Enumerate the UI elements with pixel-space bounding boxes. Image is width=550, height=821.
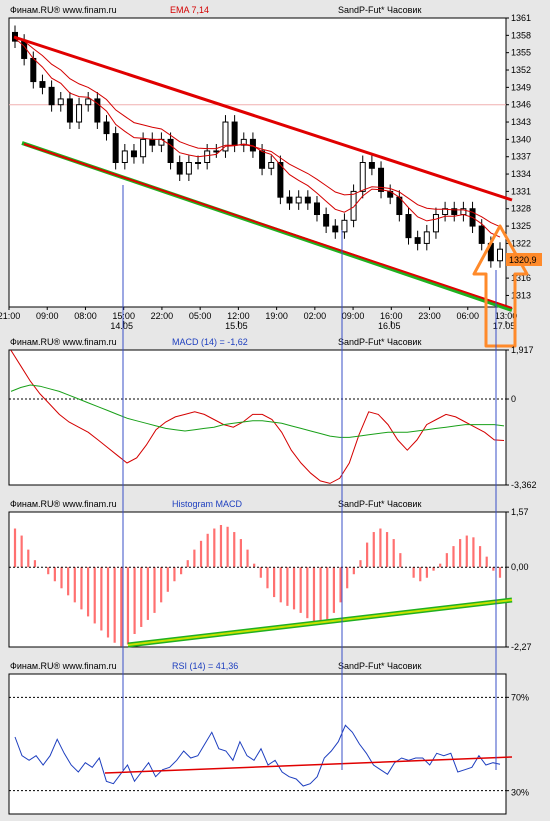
price-x-tick-label: 06:00 <box>457 311 480 321</box>
candle-body <box>185 162 192 175</box>
price-y-tick-label: 1343 <box>511 117 531 127</box>
rsi-y-tick-label: 70% <box>511 692 529 702</box>
price-x-tick-label: 09:00 <box>342 311 365 321</box>
candle-body <box>359 162 366 192</box>
price-y-tick-label: 1322 <box>511 238 531 248</box>
price-x-tick-label: 15:00 <box>112 311 135 321</box>
candle-body <box>368 162 375 169</box>
candle-body <box>112 133 119 164</box>
macd-y-tick-label: 1,917 <box>511 345 534 355</box>
price-y-tick-label: 1331 <box>511 186 531 196</box>
histogram-pane-source: Финам.RU® www.finam.ru <box>10 499 117 509</box>
rsi-pane: Финам.RU® www.finam.ru RSI (14) = 41,36 … <box>8 661 529 815</box>
histogram-pane-indicator: Histogram MACD <box>172 499 243 509</box>
price-date-label: 16.05 <box>378 321 401 331</box>
candle-body <box>48 86 55 106</box>
rsi-y-tick-label: 30% <box>511 788 529 798</box>
rsi-pane-instrument: SandP-Fut* Часовик <box>338 661 421 671</box>
price-y-tick-label: 1328 <box>511 204 531 214</box>
histogram-y-tick-label: -2,27 <box>511 642 532 652</box>
candle-body <box>195 162 202 164</box>
price-y-tick-label: 1361 <box>511 13 531 23</box>
candle-body <box>277 162 284 198</box>
rsi-pane-indicator: RSI (14) = 41,36 <box>172 661 238 671</box>
price-y-tick-label: 1325 <box>511 221 531 231</box>
price-y-tick-label: 1337 <box>511 152 531 162</box>
candle-body <box>405 214 412 239</box>
candle-body <box>295 196 302 204</box>
candle-body <box>497 248 503 262</box>
histogram-pane-instrument: SandP-Fut* Часовик <box>338 499 421 509</box>
candle-body <box>350 190 357 221</box>
candle-body <box>130 150 137 158</box>
price-y-tick-label: 1334 <box>511 169 531 179</box>
macd-pane-frame <box>8 349 507 486</box>
candle-body <box>259 150 266 169</box>
candle-body <box>286 196 293 204</box>
price-x-tick-label: 16:00 <box>380 311 403 321</box>
macd-pane: Финам.RU® www.finam.ru MACD (14) = -1,62… <box>8 337 537 490</box>
candle-body <box>204 150 211 164</box>
rsi-pane-source: Финам.RU® www.finam.ru <box>10 661 117 671</box>
price-x-tick-label: 19:00 <box>265 311 288 321</box>
candle-body <box>76 104 83 123</box>
candle-body <box>149 138 156 146</box>
histogram-pane-frame <box>8 511 507 648</box>
rsi-pane-frame <box>8 673 507 815</box>
macd-pane-instrument: SandP-Fut* Часовик <box>338 337 421 347</box>
candle-body <box>304 196 311 204</box>
price-x-tick-label: 02:00 <box>304 311 327 321</box>
price-pane-source: Финам.RU® www.finam.ru <box>10 5 117 15</box>
price-y-tick-label: 1352 <box>511 65 531 75</box>
macd-pane-indicator: MACD (14) = -1,62 <box>172 337 248 347</box>
candle-body <box>103 121 110 135</box>
price-pane-indicator: EMA 7,14 <box>170 5 209 15</box>
price-x-tick-label: 09:00 <box>36 311 59 321</box>
candle-body <box>478 225 485 244</box>
price-y-tick-label: 1340 <box>511 134 531 144</box>
price-pane-instrument: SandP-Fut* Часовик <box>338 5 421 15</box>
candle-body <box>140 138 147 158</box>
macd-pane-source: Финам.RU® www.finam.ru <box>10 337 117 347</box>
price-x-tick-label: 22:00 <box>151 311 174 321</box>
candle-body <box>268 162 275 169</box>
candle-body <box>341 219 348 233</box>
candle-body <box>30 57 37 83</box>
price-y-tick-label: 1349 <box>511 82 531 92</box>
price-y-tick-label: 1358 <box>511 30 531 40</box>
price-x-tick-label: 05:00 <box>189 311 212 321</box>
price-y-tick-label: 1355 <box>511 48 531 58</box>
histogram-y-tick-label: 1,57 <box>511 507 529 517</box>
price-y-tick-label: 1346 <box>511 100 531 110</box>
candle-body <box>213 150 220 153</box>
macd-y-tick-label: -3,362 <box>511 480 537 490</box>
price-x-tick-label: 12:00 <box>227 311 250 321</box>
histogram-pane: Финам.RU® www.finam.ru Histogram MACD Sa… <box>8 499 532 652</box>
candle-body <box>423 231 430 244</box>
candle-body <box>332 225 339 233</box>
candle-body <box>85 98 92 106</box>
candle-body <box>57 98 64 106</box>
macd-y-tick-label: 0 <box>511 394 516 404</box>
candle-body <box>176 162 183 175</box>
candle-body <box>231 121 238 146</box>
candle-body <box>323 214 330 227</box>
price-date-label: 15.05 <box>225 321 248 331</box>
price-x-tick-label: 23:00 <box>418 311 441 321</box>
candle-body <box>414 237 421 244</box>
candle-body <box>167 138 174 164</box>
candle-body <box>121 150 128 164</box>
candle-body <box>432 214 439 233</box>
candle-body <box>313 202 320 216</box>
current-price-label: 1320,9 <box>509 255 537 265</box>
chart-root: Финам.RU® www.finam.ru EMA 7,14 SandP-Fu… <box>0 0 550 821</box>
histogram-y-tick-label: 0,00 <box>511 562 529 572</box>
candle-body <box>39 81 46 88</box>
price-date-label: 14.05 <box>110 321 133 331</box>
price-pane: Финам.RU® www.finam.ru EMA 7,14 SandP-Fu… <box>0 5 542 348</box>
price-x-tick-label: 08:00 <box>74 311 97 321</box>
candle-body <box>21 40 28 59</box>
candle-body <box>66 98 73 123</box>
price-x-tick-label: 21:00 <box>0 311 20 321</box>
